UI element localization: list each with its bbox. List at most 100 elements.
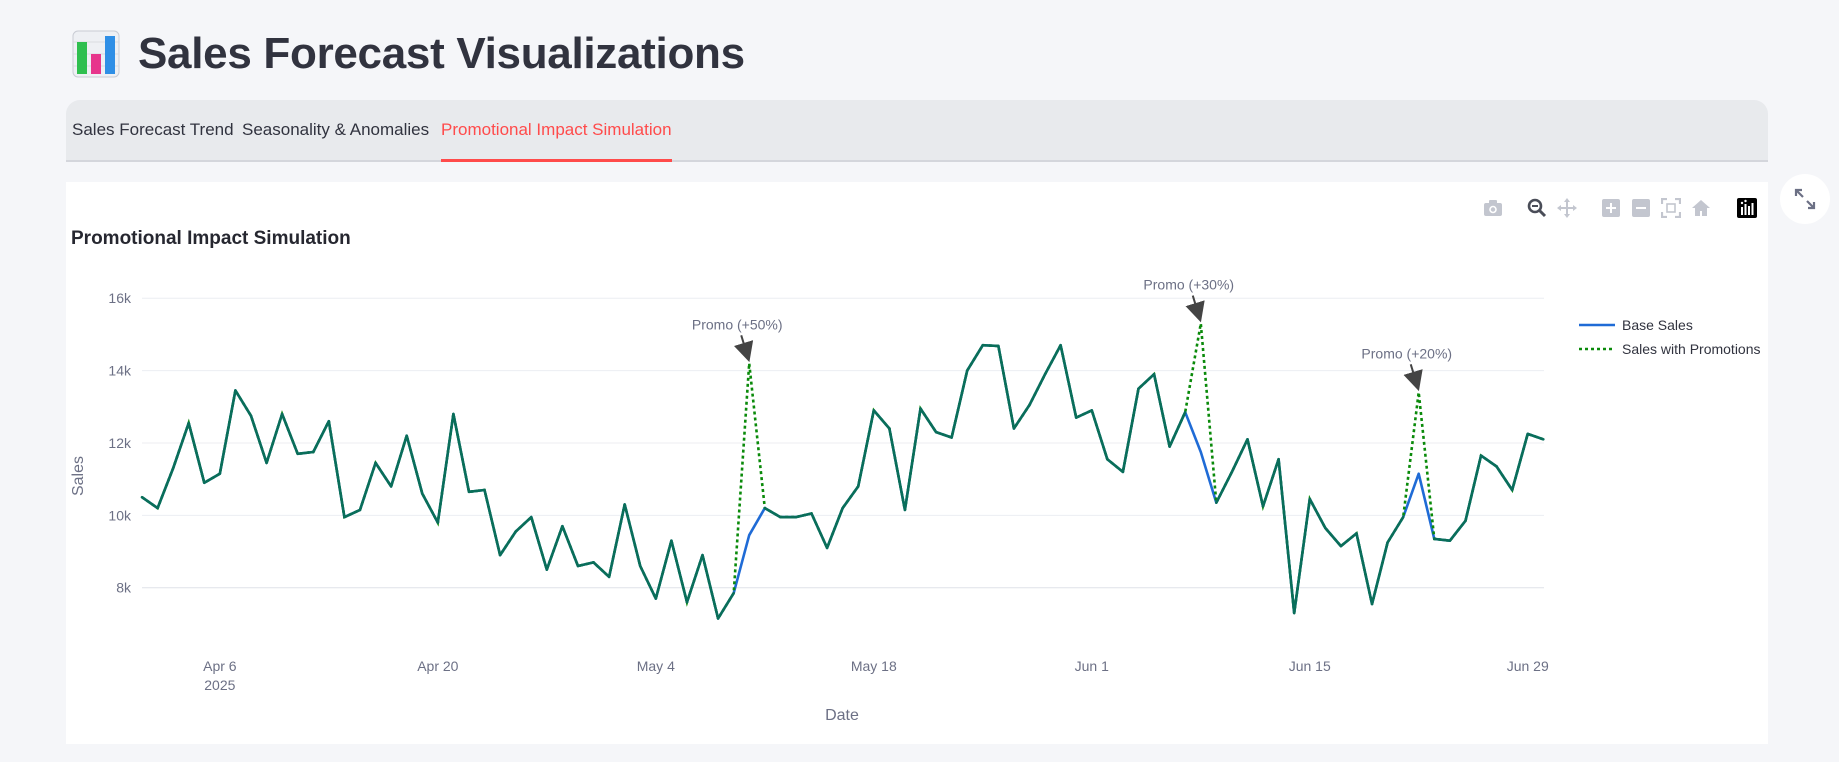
overlap-segment	[810, 512, 829, 550]
annotation-arrow	[734, 335, 754, 363]
overlap-segment	[311, 419, 331, 454]
overlap-segment	[1386, 515, 1405, 544]
overlap-segment	[685, 553, 704, 604]
modebar	[1482, 194, 1758, 222]
overlap-segment	[1261, 457, 1280, 508]
overlap-segment	[888, 427, 907, 512]
overlap-segment	[872, 409, 891, 430]
overlap-segment	[280, 412, 299, 456]
overlap-segment	[1090, 409, 1109, 461]
overlap-segment	[483, 488, 502, 557]
overlap-segment	[265, 412, 284, 465]
overlap-segment	[1215, 470, 1234, 504]
overlap-segment	[187, 421, 206, 485]
overlap-segment	[950, 369, 969, 439]
overlap-segment	[343, 508, 362, 519]
page-title: Sales Forecast Visualizations	[138, 29, 745, 78]
overlap-segment	[701, 553, 720, 620]
overlap-segment	[171, 421, 191, 470]
overlap-segment	[545, 524, 564, 571]
zoom-out-icon[interactable]	[1630, 197, 1652, 219]
overlap-segment	[358, 461, 377, 512]
pan-icon[interactable]	[1556, 197, 1578, 219]
overlap-segment	[467, 488, 486, 494]
overlap-segment	[623, 503, 642, 568]
overlap-segment	[249, 414, 268, 465]
overlap-segment	[514, 515, 533, 533]
x-tick-label: Jun 15	[1289, 658, 1331, 674]
zoom-icon[interactable]	[1526, 197, 1548, 219]
overlap-segment	[561, 524, 580, 568]
overlap-segment	[156, 466, 175, 510]
plotly-logo-icon[interactable]	[1736, 197, 1758, 219]
x-tick-label: May 18	[851, 658, 897, 674]
overlap-segment	[654, 539, 673, 600]
overlap-segment	[981, 343, 1000, 348]
overlap-segment	[1510, 432, 1530, 492]
overlap-segment	[1152, 372, 1171, 448]
overlap-segment	[420, 492, 440, 524]
overlap-segment	[1448, 519, 1467, 542]
chart-title: Promotional Impact Simulation	[71, 228, 351, 249]
legend[interactable]: Base Sales Sales with Promotions	[1579, 317, 1761, 357]
legend-label-base-sales: Base Sales	[1622, 317, 1693, 333]
overlap-segment	[1433, 537, 1452, 542]
tab-sales-forecast-trend[interactable]: Sales Forecast Trend	[72, 100, 234, 160]
x-axis-label: Date	[825, 707, 859, 724]
overlap-segment	[1277, 457, 1296, 615]
overlap-segment	[1121, 387, 1140, 474]
x-tick-label: Apr 6	[203, 658, 237, 674]
x-tick-label: Jun 1	[1075, 658, 1109, 674]
app-header: Sales Forecast Visualizations	[72, 26, 745, 82]
autoscale-icon[interactable]	[1660, 197, 1682, 219]
tab-promotional-impact-simulation[interactable]: Promotional Impact Simulation	[441, 100, 672, 162]
overlap-segment	[327, 419, 346, 519]
overlap-segment	[1137, 372, 1156, 390]
x-tick-label: May 4	[637, 658, 675, 674]
overlap-segment	[1059, 343, 1078, 419]
y-tick-label: 16k	[108, 290, 132, 306]
overlap-segment	[140, 495, 159, 510]
overlap-segment	[1028, 372, 1047, 407]
overlap-segment	[405, 434, 424, 495]
overlap-segment	[1526, 432, 1545, 441]
chart-container: Promotional Impact Simulation 8k 10k 12k 14…	[66, 182, 1768, 744]
overlap-segment	[825, 506, 844, 550]
camera-icon[interactable]	[1482, 197, 1504, 219]
overlap-segment	[436, 412, 455, 524]
tab-seasonality-anomalies[interactable]: Seasonality & Anomalies	[242, 100, 429, 160]
overlap-segment	[1324, 526, 1343, 548]
overlap-segment	[234, 389, 253, 418]
promo-impact-chart[interactable]: Promotional Impact Simulation 8k 10k 12k 14…	[66, 182, 1768, 744]
zoom-in-icon[interactable]	[1600, 197, 1622, 219]
y-tick-label: 8k	[116, 580, 132, 596]
bar-chart-icon	[72, 30, 120, 78]
overlap-segment	[1074, 409, 1094, 419]
y-tick-label: 14k	[108, 363, 132, 379]
reset-axes-icon[interactable]	[1690, 197, 1712, 219]
overlap-segment	[1355, 532, 1374, 606]
overlap-segment	[452, 412, 471, 494]
annotation-arrow	[1185, 295, 1205, 323]
annotation-label: Promo (+50%)	[692, 316, 783, 332]
overlap-segment	[202, 472, 222, 485]
x-tick-label: Jun 29	[1507, 658, 1549, 674]
overlap-segment	[1495, 465, 1514, 492]
x-tick-label: Apr 20	[417, 658, 458, 674]
overlap-segment	[934, 430, 953, 439]
y-axis-label: Sales	[70, 456, 87, 496]
y-tick-labels: 8k 10k 12k 14k 16k	[108, 290, 132, 596]
overlap-segment	[1292, 497, 1312, 615]
overlap-segment	[856, 409, 876, 488]
overlap-segment	[841, 485, 860, 510]
overlap-segment	[794, 512, 813, 519]
annotation-arrow	[1403, 363, 1423, 392]
fullscreen-button[interactable]	[1780, 174, 1830, 224]
y-tick-label: 10k	[108, 507, 132, 523]
overlap-segment	[529, 515, 549, 571]
overlap-segment	[1230, 438, 1249, 474]
overlap-segment	[919, 407, 938, 434]
expand-icon	[1794, 188, 1816, 210]
overlap-segment	[1012, 403, 1031, 430]
x-tick-sublabel: 2025	[204, 677, 235, 693]
